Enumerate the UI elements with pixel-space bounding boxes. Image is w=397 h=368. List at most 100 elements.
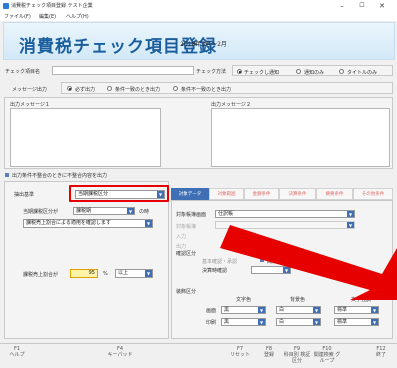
fkey-divider <box>0 343 397 344</box>
criteria-panel: 抽出基準 当期課税区分 ▼ 当期課税区分が 課税期 ▼ の時 課税売上割合による… <box>4 181 169 339</box>
ratio-input[interactable]: 95 <box>70 269 98 278</box>
fkey-f4[interactable]: F4 キーパッド <box>100 346 140 368</box>
radio-always-label: 必ず出力 <box>75 87 96 93</box>
mismatch-checkbox[interactable] <box>5 173 9 177</box>
ratio-compare-dropdown[interactable]: 以上 ▼ <box>115 269 153 278</box>
row2-bg-value: 白 <box>279 319 285 325</box>
criteria-label: 抽出基準 <box>14 192 35 198</box>
check-name-label: チェック項目名 <box>5 69 41 75</box>
chevron-down-icon: ▼ <box>258 307 265 313</box>
fkey-f9[interactable]: F9 科目別 検証区分 <box>283 346 311 368</box>
radio-mismatch-label: 条件不一致のとき出力 <box>181 87 232 93</box>
row1-bg-dropdown[interactable]: 白 ▼ <box>276 306 321 314</box>
confirm-value: 課税売上割合による適用を確認します <box>26 220 111 226</box>
row1-char-dropdown[interactable]: 黒 ▼ <box>221 306 266 314</box>
chevron-down-icon: ▼ <box>371 307 378 313</box>
fkey-f4-label: キーパッド <box>107 352 133 358</box>
row2-style-dropdown[interactable]: 標準 ▼ <box>334 318 379 326</box>
menu-help[interactable]: ヘルプ(H) <box>66 13 89 20</box>
fkey-f12[interactable]: F12 終了 <box>368 346 394 368</box>
fkey-f8-label: 登録 <box>263 352 274 358</box>
fiscal-period: 2018年3月～2月 <box>180 41 227 48</box>
chevron-down-icon: ▼ <box>145 270 152 277</box>
faded-label-2: 入力 <box>176 234 187 240</box>
check-method-group: チェックし通知 通知のみ タイトルのみ <box>232 65 393 76</box>
row2-char-value: 黒 <box>224 319 230 325</box>
faded-label-1: 対象帳簿 <box>176 224 197 230</box>
faded-label-3: 出力 <box>176 244 187 250</box>
radio-mismatch[interactable] <box>173 86 178 91</box>
chevron-down-icon: ▼ <box>145 220 152 227</box>
chevron-down-icon: ▼ <box>371 319 378 325</box>
msg2-textarea[interactable] <box>211 108 390 167</box>
tab-target-range[interactable]: 対象範囲 <box>209 188 244 200</box>
red-arrow-annotation <box>220 225 397 300</box>
row1-label: 画面 <box>206 308 217 314</box>
fkey-f7-label: リセット <box>229 352 250 358</box>
fkey-f10-label: 関連検索 グループ <box>313 352 341 364</box>
tab-target-data[interactable]: 対象データ <box>171 188 209 200</box>
row2-style-value: 標準 <box>337 319 348 325</box>
menu-bar: ファイル(F) 編集(E) ヘルプ(H) <box>0 12 397 21</box>
close-button[interactable]: ✕ <box>373 0 391 12</box>
fkey-f1-label: ヘルプ <box>9 352 25 358</box>
row2-label: 印刷 <box>206 320 217 326</box>
window-title: 消費税チェック項目登録 テスト企業 <box>11 3 93 9</box>
row1-char-value: 黒 <box>224 307 230 313</box>
tab-amount[interactable]: 金額条件 <box>244 188 279 200</box>
tab-settlement[interactable]: 決算条件 <box>279 188 316 200</box>
msg-output-group: 必ず出力 条件一致のとき出力 条件不一致のとき出力 <box>61 82 393 94</box>
menu-file[interactable]: ファイル(F) <box>4 13 31 20</box>
mismatch-label: 出力条件不整合のときに不整合内容を出力 <box>12 173 108 179</box>
confirm-dropdown[interactable]: 課税売上割合による適用を確認します ▼ <box>23 219 153 228</box>
radio-match[interactable] <box>107 86 112 91</box>
fkey-f9-label: 科目別 検証区分 <box>283 352 311 364</box>
msg1-textarea[interactable] <box>10 108 161 167</box>
decor-section-label: 装飾区分 <box>176 289 197 295</box>
maximize-button[interactable]: ☐ <box>353 0 371 12</box>
cur-tax-suffix: の時 <box>139 209 150 215</box>
highlight-box <box>69 185 169 202</box>
cur-tax-dropdown[interactable]: 課税期 ▼ <box>73 207 135 215</box>
minimize-button[interactable]: – <box>333 0 351 12</box>
radio-check-notify-label: チェックし通知 <box>244 70 280 76</box>
ratio-compare-value: 以上 <box>118 270 129 276</box>
chevron-down-icon: ▼ <box>258 319 265 325</box>
row2-bg-dropdown[interactable]: 白 ▼ <box>276 318 321 326</box>
row1-bg-value: 白 <box>279 307 285 313</box>
radio-notify-only-label: 通知のみ <box>304 70 325 76</box>
msg2-label: 出力メッセージ２ <box>211 102 251 108</box>
confirm-section-label: 確認区分 <box>176 251 197 257</box>
fkey-f7[interactable]: F7 リセット <box>225 346 255 368</box>
tab-other[interactable]: その他条件 <box>353 188 393 200</box>
fkey-f1[interactable]: F1 ヘルプ <box>4 346 30 368</box>
msg-output-label: メッセージ出力 <box>12 87 47 93</box>
fkey-f10[interactable]: F10 関連検索 グループ <box>312 346 342 368</box>
radio-always[interactable] <box>67 86 72 91</box>
msg1-label: 出力メッセージ１ <box>10 102 50 108</box>
cur-tax-label: 当期課税区分が <box>23 209 59 215</box>
ratio-unit: % <box>103 271 108 277</box>
radio-match-label: 条件一致のとき出力 <box>115 87 161 93</box>
radio-title-only[interactable] <box>339 69 344 74</box>
radio-title-only-label: タイトルのみ <box>347 70 378 76</box>
tab-summary[interactable]: 摘要条件 <box>316 188 353 200</box>
cur-tax-value: 課税期 <box>76 208 92 214</box>
fkey-f8[interactable]: F8 登録 <box>256 346 282 368</box>
header-banner: 消費税チェック項目登録 2018年3月～2月 <box>3 22 395 60</box>
check-name-input[interactable] <box>52 66 194 75</box>
menu-edit[interactable]: 編集(E) <box>39 13 56 20</box>
radio-check-notify[interactable] <box>237 69 242 74</box>
check-method-label: チェック方法 <box>196 69 227 75</box>
message-panel: 出力メッセージ１ 出力メッセージ２ <box>4 97 393 169</box>
row1-style-value: 標準 <box>337 307 348 313</box>
chevron-down-icon: ▼ <box>313 307 320 313</box>
radio-notify-only[interactable] <box>296 69 301 74</box>
app-icon <box>3 3 9 9</box>
row1-style-dropdown[interactable]: 標準 ▼ <box>334 306 379 314</box>
chevron-down-icon: ▼ <box>313 319 320 325</box>
fkey-f12-label: 終了 <box>375 352 386 358</box>
row2-char-dropdown[interactable]: 黒 ▼ <box>221 318 266 326</box>
title-bar: 消費税チェック項目登録 テスト企業 – ☐ ✕ <box>0 0 397 12</box>
chevron-down-icon: ▼ <box>127 208 134 214</box>
